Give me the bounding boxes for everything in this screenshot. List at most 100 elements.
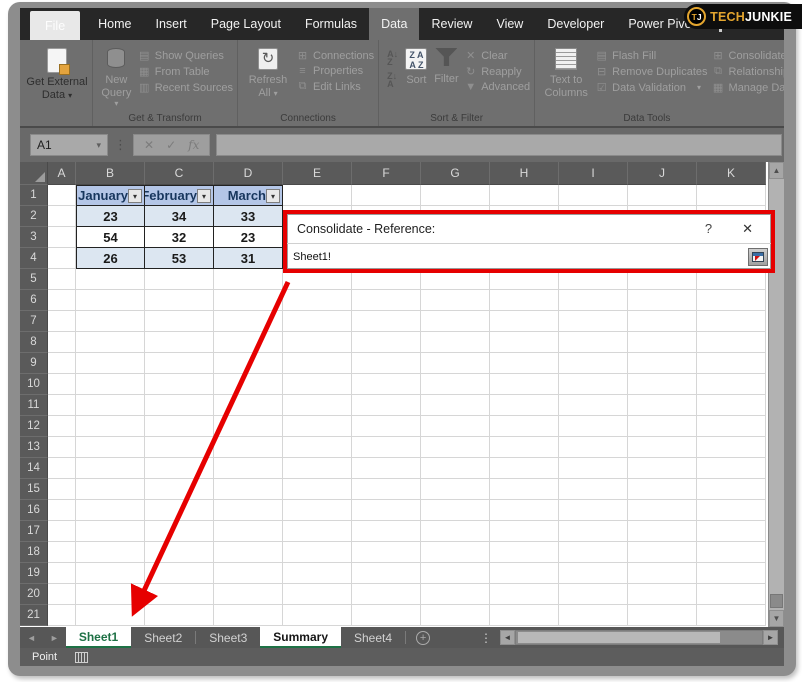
scroll-left-icon[interactable]: ◄ [500,630,515,645]
cancel-icon[interactable]: ✕ [144,138,154,152]
cell-I18[interactable] [559,542,628,563]
sheet-tab-sheet4[interactable]: Sheet4 [341,627,405,648]
tab-data[interactable]: Data [369,8,419,40]
cell-E6[interactable] [283,290,352,311]
cell-E14[interactable] [283,458,352,479]
tab-page-layout[interactable]: Page Layout [199,8,293,40]
cell-J13[interactable] [628,437,697,458]
new-query-button[interactable]: New Query ▾ [99,46,134,108]
cell-F12[interactable] [352,416,421,437]
cell-G9[interactable] [421,353,490,374]
cell-H13[interactable] [490,437,559,458]
cell-I12[interactable] [559,416,628,437]
cell-H1[interactable] [490,185,559,206]
cell-E20[interactable] [283,584,352,605]
cell-C11[interactable] [145,395,214,416]
select-all-corner[interactable] [20,162,48,185]
tab-formulas[interactable]: Formulas [293,8,369,40]
cell-C2[interactable]: 34 [145,206,214,227]
cell-C9[interactable] [145,353,214,374]
column-header-d[interactable]: D [214,162,283,185]
cell-G8[interactable] [421,332,490,353]
cell-A6[interactable] [48,290,76,311]
cell-B14[interactable] [76,458,145,479]
cell-J15[interactable] [628,479,697,500]
cell-F11[interactable] [352,395,421,416]
name-box-dropdown-icon[interactable]: ▾ [96,140,101,151]
cell-A12[interactable] [48,416,76,437]
cell-B9[interactable] [76,353,145,374]
cell-D2[interactable]: 33 [214,206,283,227]
flash-fill-button[interactable]: ▤Flash Fill [595,49,707,62]
cell-A18[interactable] [48,542,76,563]
cell-H21[interactable] [490,605,559,626]
cell-J17[interactable] [628,521,697,542]
cell-F18[interactable] [352,542,421,563]
cell-H14[interactable] [490,458,559,479]
row-header-16[interactable]: 16 [20,500,48,521]
cell-A4[interactable] [48,248,76,269]
cell-D14[interactable] [214,458,283,479]
scroll-right-icon[interactable]: ► [763,630,778,645]
cell-H9[interactable] [490,353,559,374]
column-header-i[interactable]: I [559,162,628,185]
row-header-9[interactable]: 9 [20,353,48,374]
row-header-18[interactable]: 18 [20,542,48,563]
cell-I10[interactable] [559,374,628,395]
cell-E12[interactable] [283,416,352,437]
cell-I9[interactable] [559,353,628,374]
get-external-data-button[interactable]: Get External Data ▾ [26,46,88,101]
cell-B16[interactable] [76,500,145,521]
formula-bar-handle[interactable]: ⋮ [114,137,127,153]
reference-input[interactable]: Sheet1! [293,251,748,263]
sort-descending-button[interactable]: Z↓A [387,72,398,88]
cell-C16[interactable] [145,500,214,521]
cell-E21[interactable] [283,605,352,626]
cell-C12[interactable] [145,416,214,437]
cell-E1[interactable] [283,185,352,206]
row-header-5[interactable]: 5 [20,269,48,290]
cell-B15[interactable] [76,479,145,500]
cell-J14[interactable] [628,458,697,479]
sheet-tab-sheet1[interactable]: Sheet1 [66,627,131,648]
cell-H18[interactable] [490,542,559,563]
scroll-down-icon[interactable]: ▼ [769,610,784,627]
cell-B3[interactable]: 54 [76,227,145,248]
column-header-f[interactable]: F [352,162,421,185]
cell-I20[interactable] [559,584,628,605]
edit-links-button[interactable]: ⧉Edit Links [296,80,374,93]
cell-F21[interactable] [352,605,421,626]
cell-B21[interactable] [76,605,145,626]
cell-I21[interactable] [559,605,628,626]
cell-J21[interactable] [628,605,697,626]
column-header-k[interactable]: K [697,162,766,185]
cell-A17[interactable] [48,521,76,542]
cell-F10[interactable] [352,374,421,395]
cell-K11[interactable] [697,395,766,416]
horizontal-scroll-thumb[interactable] [518,632,720,643]
cell-C17[interactable] [145,521,214,542]
cell-C6[interactable] [145,290,214,311]
tab-insert[interactable]: Insert [144,8,199,40]
cell-C15[interactable] [145,479,214,500]
cell-K18[interactable] [697,542,766,563]
enter-icon[interactable]: ✓ [166,138,176,152]
cell-G15[interactable] [421,479,490,500]
column-header-c[interactable]: C [145,162,214,185]
macro-record-icon[interactable] [75,652,88,663]
cell-B18[interactable] [76,542,145,563]
cell-A1[interactable] [48,185,76,206]
row-header-15[interactable]: 15 [20,479,48,500]
sheet-tab-sheet2[interactable]: Sheet2 [131,627,195,648]
column-header-j[interactable]: J [628,162,697,185]
data-validation-button[interactable]: ☑Data Validation ▾ [595,81,707,94]
cell-B13[interactable] [76,437,145,458]
cell-A15[interactable] [48,479,76,500]
column-header-e[interactable]: E [283,162,352,185]
relationships-button[interactable]: ⧉Relationships [712,65,784,78]
cell-D12[interactable] [214,416,283,437]
cell-K8[interactable] [697,332,766,353]
row-header-17[interactable]: 17 [20,521,48,542]
sort-button[interactable]: Z AA Z Sort [404,46,429,87]
cell-G14[interactable] [421,458,490,479]
